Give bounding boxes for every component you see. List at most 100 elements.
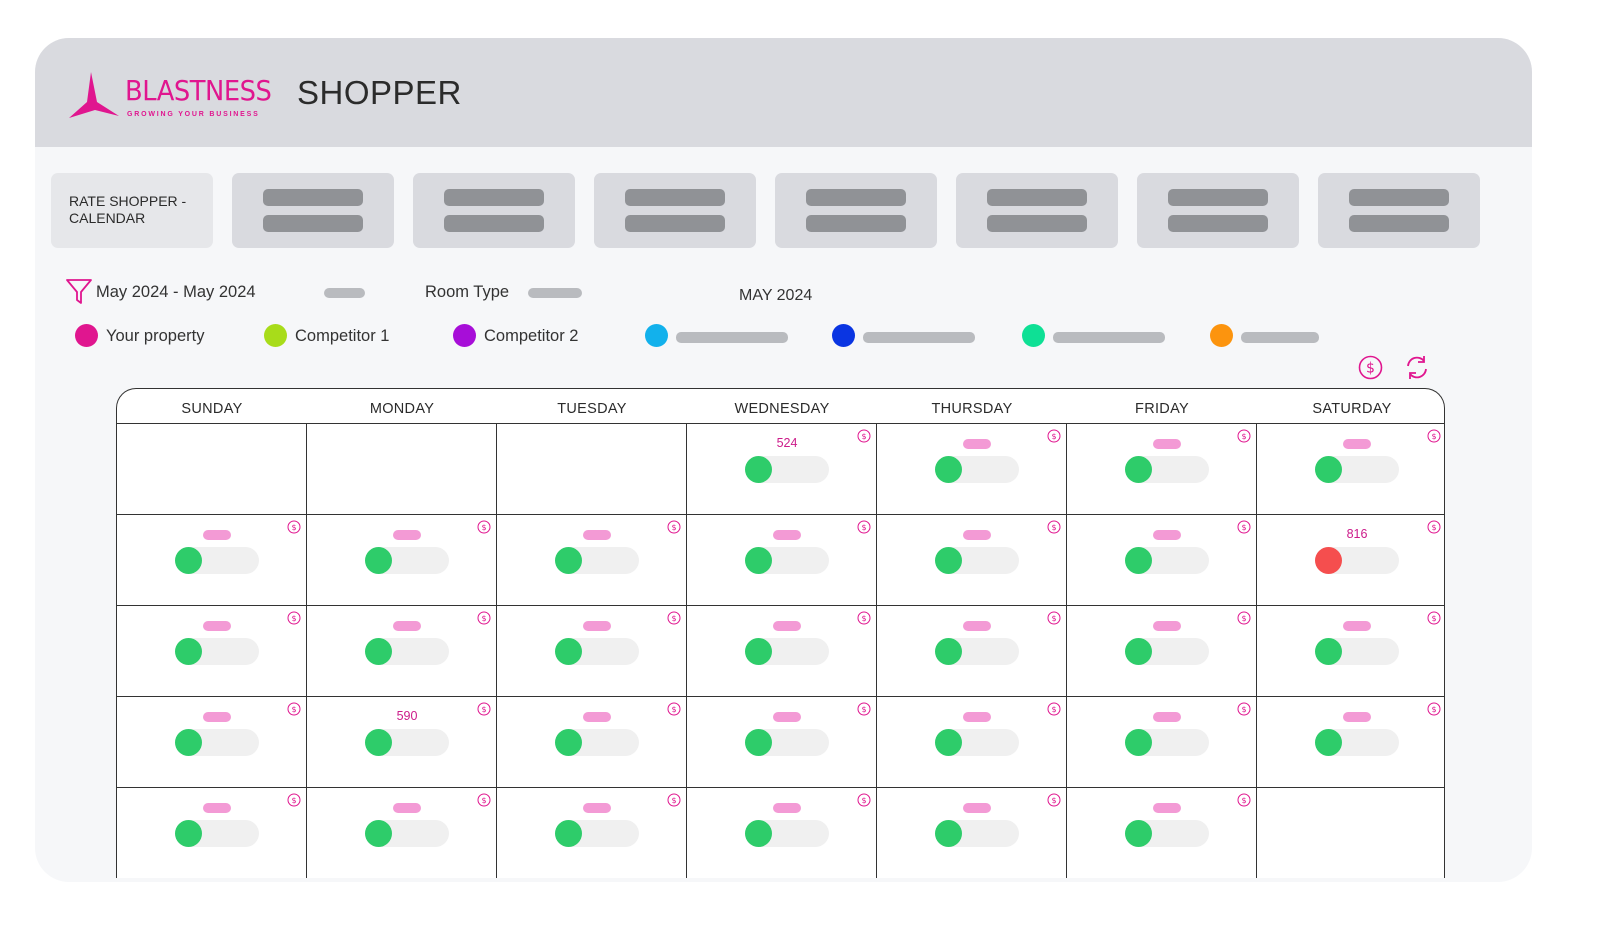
- calendar-cell[interactable]: $: [877, 788, 1067, 878]
- dollar-circle-icon[interactable]: $: [1237, 611, 1251, 625]
- dollar-circle-icon[interactable]: $: [667, 520, 681, 534]
- calendar-cell[interactable]: $: [117, 606, 307, 697]
- dollar-circle-icon[interactable]: $: [1237, 793, 1251, 807]
- tab-placeholder-2[interactable]: [413, 173, 575, 248]
- filter-icon[interactable]: [65, 277, 93, 305]
- calendar-cell[interactable]: $: [1067, 424, 1257, 515]
- dollar-circle-icon[interactable]: $: [1047, 702, 1061, 716]
- rate-placeholder: [203, 712, 231, 722]
- room-type-label: Room Type: [425, 283, 510, 301]
- calendar-cell[interactable]: $: [877, 515, 1067, 606]
- dollar-circle-icon[interactable]: $: [1358, 355, 1383, 380]
- rate-status-indicator: [745, 456, 772, 483]
- svg-text:$: $: [1051, 432, 1056, 441]
- dollar-circle-icon[interactable]: $: [857, 520, 871, 534]
- legend-dot: [75, 324, 98, 347]
- legend-dot: [645, 324, 668, 347]
- calendar-cell[interactable]: $: [497, 697, 687, 788]
- dollar-circle-icon[interactable]: $: [477, 611, 491, 625]
- dollar-circle-icon[interactable]: $: [857, 611, 871, 625]
- dollar-circle-icon[interactable]: $: [1427, 611, 1441, 625]
- calendar-cell[interactable]: $590: [307, 697, 497, 788]
- calendar-cell[interactable]: $: [687, 788, 877, 878]
- dollar-circle-icon[interactable]: $: [667, 611, 681, 625]
- filter-placeholder[interactable]: [324, 288, 365, 298]
- refresh-icon[interactable]: [1404, 355, 1430, 380]
- calendar-cell[interactable]: $: [687, 515, 877, 606]
- rate-status-indicator: [1315, 456, 1342, 483]
- calendar-cell[interactable]: $: [1257, 424, 1444, 515]
- rate-placeholder: [393, 803, 421, 813]
- svg-text:$: $: [671, 705, 676, 714]
- dollar-circle-icon[interactable]: $: [1047, 611, 1061, 625]
- dollar-circle-icon[interactable]: $: [477, 702, 491, 716]
- logo-tagline: GROWING YOUR BUSINESS: [127, 111, 260, 118]
- tab-placeholder-4[interactable]: [775, 173, 937, 248]
- calendar-cell[interactable]: $: [307, 606, 497, 697]
- dollar-circle-icon[interactable]: $: [287, 702, 301, 716]
- date-range-selector[interactable]: May 2024 - May 2024: [96, 283, 256, 302]
- dollar-circle-icon[interactable]: $: [857, 793, 871, 807]
- svg-text:$: $: [671, 614, 676, 623]
- dollar-circle-icon[interactable]: $: [1427, 702, 1441, 716]
- calendar-cell[interactable]: $: [1067, 697, 1257, 788]
- calendar-cell[interactable]: $: [497, 515, 687, 606]
- tab-placeholder-5[interactable]: [956, 173, 1118, 248]
- day-name-tuesday: TUESDAY: [557, 401, 627, 417]
- calendar-cell[interactable]: $: [497, 788, 687, 878]
- rate-status-indicator: [555, 547, 582, 574]
- tab-placeholder-7[interactable]: [1318, 173, 1480, 248]
- dollar-circle-icon[interactable]: $: [857, 702, 871, 716]
- brand-logo[interactable]: BLASTNESS GROWING YOUR BUSINESS: [67, 72, 277, 122]
- tab-placeholder-1[interactable]: [232, 173, 394, 248]
- calendar-cell[interactable]: $: [877, 424, 1067, 515]
- svg-text:$: $: [861, 796, 866, 805]
- dollar-circle-icon[interactable]: $: [1427, 520, 1441, 534]
- calendar-cell[interactable]: $: [1067, 606, 1257, 697]
- calendar-cell[interactable]: $: [687, 606, 877, 697]
- dollar-circle-icon[interactable]: $: [1047, 793, 1061, 807]
- rate-status-indicator: [1125, 638, 1152, 665]
- tab-placeholder-6[interactable]: [1137, 173, 1299, 248]
- calendar-cell[interactable]: $: [307, 788, 497, 878]
- svg-text:$: $: [1051, 523, 1056, 532]
- tab-placeholder-3[interactable]: [594, 173, 756, 248]
- calendar-cell: [307, 424, 497, 515]
- calendar-cell[interactable]: $: [687, 697, 877, 788]
- calendar-cell[interactable]: $: [117, 697, 307, 788]
- dollar-circle-icon[interactable]: $: [1237, 520, 1251, 534]
- calendar-cell[interactable]: $: [877, 697, 1067, 788]
- rate-status-indicator: [555, 820, 582, 847]
- dollar-circle-icon[interactable]: $: [667, 702, 681, 716]
- dollar-circle-icon[interactable]: $: [1427, 429, 1441, 443]
- dollar-circle-icon[interactable]: $: [857, 429, 871, 443]
- dollar-circle-icon[interactable]: $: [287, 793, 301, 807]
- calendar-cell[interactable]: $: [497, 606, 687, 697]
- dollar-circle-icon[interactable]: $: [287, 611, 301, 625]
- calendar-cell[interactable]: $: [1257, 697, 1444, 788]
- dollar-circle-icon[interactable]: $: [1237, 702, 1251, 716]
- calendar-cell[interactable]: $524: [687, 424, 877, 515]
- svg-text:$: $: [671, 796, 676, 805]
- dollar-circle-icon[interactable]: $: [1237, 429, 1251, 443]
- calendar-cell[interactable]: $: [1067, 515, 1257, 606]
- dollar-circle-icon[interactable]: $: [287, 520, 301, 534]
- calendar-cell[interactable]: $: [117, 788, 307, 878]
- calendar-cell[interactable]: $: [1067, 788, 1257, 878]
- rate-placeholder: [1153, 530, 1181, 540]
- filter-row: May 2024 - May 2024 Room Type MAY 2024: [65, 277, 1505, 307]
- room-type-select[interactable]: [528, 288, 582, 298]
- dollar-circle-icon[interactable]: $: [667, 793, 681, 807]
- dollar-circle-icon[interactable]: $: [477, 520, 491, 534]
- tab-rate-shopper-calendar[interactable]: RATE SHOPPER - CALENDAR: [51, 173, 213, 248]
- calendar-cell[interactable]: $: [117, 515, 307, 606]
- dollar-circle-icon[interactable]: $: [477, 793, 491, 807]
- calendar-cell[interactable]: $816: [1257, 515, 1444, 606]
- day-name-friday: FRIDAY: [1135, 401, 1189, 417]
- calendar-cell[interactable]: $: [307, 515, 497, 606]
- calendar-cell[interactable]: $: [1257, 606, 1444, 697]
- dollar-circle-icon[interactable]: $: [1047, 429, 1061, 443]
- dollar-circle-icon[interactable]: $: [1047, 520, 1061, 534]
- calendar-cell[interactable]: $: [877, 606, 1067, 697]
- svg-text:$: $: [481, 705, 486, 714]
